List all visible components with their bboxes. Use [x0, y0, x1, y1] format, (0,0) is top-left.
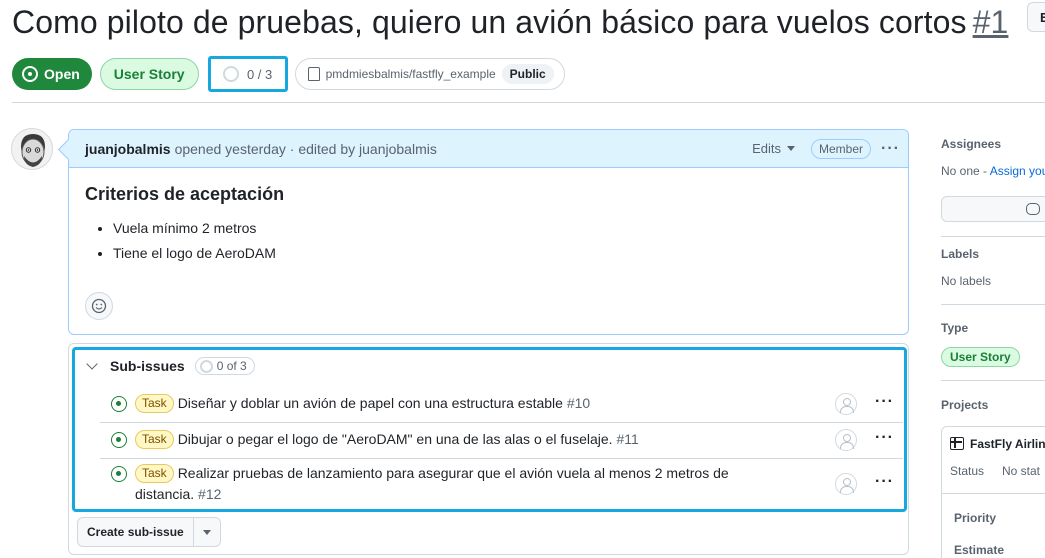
row-options-icon[interactable]: ···	[875, 429, 894, 447]
caret-down-icon	[787, 146, 795, 151]
sub-issue-title[interactable]: Dibujar o pegar el logo de "AeroDAM" en …	[178, 431, 613, 447]
edits-label: Edits	[752, 141, 781, 156]
assignees-value: No one - Assign you	[941, 164, 1045, 178]
row-options-icon[interactable]: ···	[875, 393, 894, 411]
progress-label: 0 / 3	[246, 66, 273, 82]
comment-body: Criterios de aceptación Vuela mínimo 2 m…	[69, 168, 908, 286]
projects-heading[interactable]: Projects	[941, 398, 988, 412]
list-item: Tiene el logo de AeroDAM	[113, 245, 892, 261]
row-divider	[100, 422, 903, 423]
issue-title-text: Como piloto de pruebas, quiero un avión …	[12, 4, 967, 40]
assignee-placeholder-icon[interactable]	[835, 473, 857, 495]
issue-open-icon	[22, 66, 38, 82]
repo-link[interactable]: pmdmiesbalmis/fastfly_example Public	[294, 58, 565, 90]
sub-issue-title[interactable]: Realizar pruebas de lanzamiento para ase…	[135, 465, 729, 502]
row-options-icon[interactable]: ···	[875, 473, 894, 491]
sub-issue-number[interactable]: #11	[616, 431, 638, 447]
sidebar-divider	[941, 380, 1045, 381]
copilot-icon	[1026, 203, 1040, 215]
repo-icon	[307, 67, 320, 81]
project-card: FastFly Airline Status No stat Priority …	[941, 426, 1045, 558]
sub-issue-row[interactable]: Task Dibujar o pegar el logo de "AeroDAM"…	[75, 422, 903, 458]
sub-issue-text: Task Diseñar y doblar un avión de papel c…	[135, 393, 755, 414]
smiley-icon	[91, 298, 107, 314]
member-badge: Member	[811, 138, 872, 159]
edit-button[interactable]: E	[1027, 2, 1045, 32]
sidebar-divider	[941, 236, 1045, 237]
comment-options-icon[interactable]: ···	[881, 140, 900, 158]
sub-issue-text: Task Realizar pruebas de lanzamiento para…	[135, 463, 735, 505]
issue-open-icon	[111, 466, 127, 482]
estimate-key[interactable]: Estimate	[954, 543, 1004, 557]
assignees-heading[interactable]: Assignees	[941, 137, 1001, 151]
row-divider	[100, 458, 903, 459]
comment-author[interactable]: juanjobalmis	[85, 141, 171, 157]
issue-body-comment: juanjobalmis opened yesterday · edited b…	[68, 129, 909, 335]
sub-issues-header[interactable]: Sub-issues 0 of 3	[84, 356, 255, 376]
status-value[interactable]: No stat	[1002, 464, 1040, 478]
sub-issues-count: 0 of 3	[216, 359, 247, 373]
assign-yourself-link[interactable]: Assign you	[990, 164, 1045, 178]
assignees-none: No one -	[941, 164, 990, 178]
task-label: Task	[135, 464, 174, 483]
add-reaction-button[interactable]	[85, 292, 113, 320]
sub-issue-number[interactable]: #12	[198, 486, 221, 502]
comment-meta: opened yesterday · edited by juanjobalmi…	[174, 140, 437, 157]
assignee-placeholder-icon[interactable]	[835, 393, 857, 415]
progress-ring-icon	[199, 359, 213, 373]
sub-issue-progress[interactable]: 0 / 3	[207, 56, 288, 92]
create-sub-issue-dropdown[interactable]	[194, 518, 220, 546]
list-item: Vuela mínimo 2 metros	[113, 220, 892, 236]
copilot-assign-button[interactable]	[941, 196, 1045, 222]
repo-name: pmdmiesbalmis/fastfly_example	[325, 67, 496, 81]
sub-issue-title[interactable]: Diseñar y doblar un avión de papel con u…	[178, 395, 563, 411]
sidebar-divider	[941, 304, 1045, 305]
project-table-icon	[950, 437, 964, 450]
issue-number-link[interactable]: #1	[973, 4, 1009, 40]
edits-dropdown[interactable]: Edits	[752, 141, 795, 156]
author-avatar[interactable]	[11, 128, 53, 170]
sub-issues-title: Sub-issues	[110, 358, 185, 374]
create-sub-issue-button[interactable]: Create sub-issue	[77, 517, 221, 547]
sub-issue-text: Task Dibujar o pegar el logo de "AeroDAM"…	[135, 429, 755, 450]
status-key: Status	[950, 464, 985, 478]
issue-title: Como piloto de pruebas, quiero un avión …	[12, 4, 1008, 41]
sub-issue-row[interactable]: Task Diseñar y doblar un avión de papel c…	[75, 386, 903, 422]
labels-heading[interactable]: Labels	[941, 247, 979, 261]
sub-issues-counter: 0 of 3	[194, 357, 255, 375]
chevron-down-icon[interactable]	[86, 358, 98, 370]
sub-issue-row[interactable]: Task Realizar pruebas de lanzamiento para…	[75, 458, 903, 508]
assignee-placeholder-icon[interactable]	[835, 429, 857, 451]
acceptance-heading: Criterios de aceptación	[85, 184, 285, 204]
caret-down-icon	[202, 529, 211, 535]
state-label: Open	[44, 66, 80, 82]
acceptance-list: Vuela mínimo 2 metros Tiene el logo de A…	[85, 220, 892, 261]
issue-type-badge[interactable]: User Story	[99, 58, 199, 90]
project-divider	[942, 493, 1045, 494]
labels-value: No labels	[941, 274, 992, 288]
header-divider	[12, 102, 1045, 103]
issue-open-icon	[111, 396, 127, 412]
project-name[interactable]: FastFly Airline	[970, 437, 1045, 451]
sub-issue-number[interactable]: #10	[567, 395, 590, 411]
create-sub-issue-label[interactable]: Create sub-issue	[78, 518, 194, 546]
progress-ring-icon	[222, 66, 239, 82]
task-label: Task	[135, 430, 174, 449]
visibility-badge: Public	[501, 64, 554, 84]
issue-meta-row: Open User Story 0 / 3 pmdmiesbalmis/fast…	[12, 56, 565, 92]
comment-header: juanjobalmis opened yesterday · edited b…	[69, 130, 908, 168]
type-heading[interactable]: Type	[941, 321, 968, 335]
type-badge[interactable]: User Story	[941, 347, 1020, 367]
task-label: Task	[135, 394, 174, 413]
priority-key[interactable]: Priority	[954, 511, 996, 525]
issue-open-icon	[111, 432, 127, 448]
state-badge: Open	[12, 58, 92, 90]
